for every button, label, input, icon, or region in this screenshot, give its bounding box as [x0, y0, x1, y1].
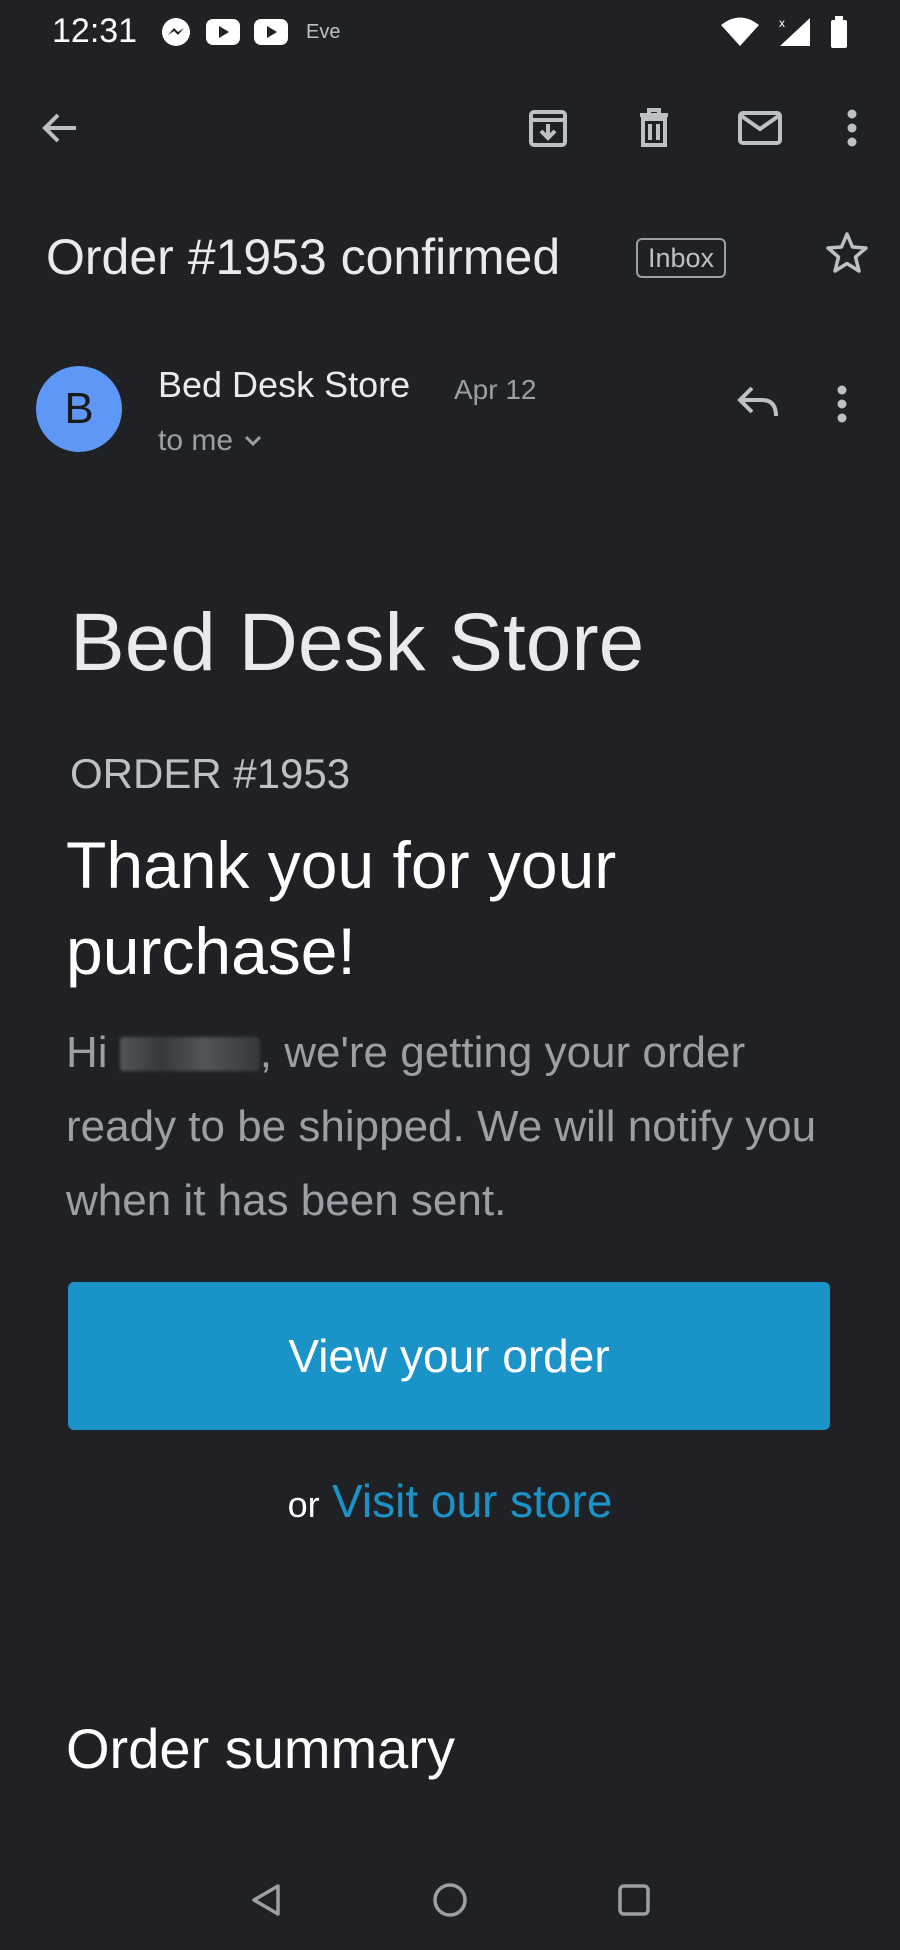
nav-recents-button[interactable]: [606, 1872, 662, 1928]
battery-icon: [830, 16, 848, 48]
nav-home-icon: [433, 1883, 467, 1917]
order-number: ORDER #1953: [70, 750, 351, 797]
wifi-icon: [720, 16, 760, 48]
status-system-icons: x: [720, 16, 848, 48]
inbox-label-chip[interactable]: Inbox: [636, 238, 727, 278]
more-vert-icon: [837, 385, 847, 423]
back-arrow-icon: [42, 113, 76, 143]
order-summary-heading: Order summary: [66, 1717, 455, 1780]
message-more-button[interactable]: [836, 384, 848, 424]
sender-avatar[interactable]: B: [36, 366, 122, 452]
view-order-button[interactable]: View your order: [68, 1282, 830, 1430]
delete-button[interactable]: [626, 100, 682, 156]
more-options-button[interactable]: [824, 100, 880, 156]
delete-icon: [640, 108, 668, 147]
status-notification-icons: Eve: [160, 16, 340, 48]
nav-home-button[interactable]: [422, 1872, 478, 1928]
store-link-line: or Visit our store: [0, 1474, 900, 1528]
reply-button[interactable]: [736, 384, 780, 420]
svg-text:x: x: [779, 16, 785, 30]
back-button[interactable]: [32, 100, 88, 156]
archive-button[interactable]: [520, 100, 576, 156]
email-date: Apr 12: [454, 374, 537, 405]
redacted-name: [119, 1037, 260, 1071]
greeting: Hi: [66, 1028, 108, 1077]
visit-store-link[interactable]: Visit our store: [332, 1475, 612, 1527]
youtube-icon: [206, 19, 240, 45]
archive-icon: [529, 110, 567, 147]
recipient-details-toggle[interactable]: to me: [158, 424, 263, 458]
carrier-text: Eve: [306, 20, 341, 43]
nav-back-icon: [252, 1884, 280, 1916]
messenger-icon: [160, 16, 192, 48]
star-icon: [826, 232, 868, 273]
nav-recents-icon: [618, 1884, 650, 1916]
chevron-down-icon: [244, 435, 262, 447]
mark-unread-button[interactable]: [732, 100, 788, 156]
more-vert-icon: [847, 109, 857, 147]
mark-unread-icon: [738, 111, 782, 145]
reply-icon: [737, 386, 778, 417]
recipient-text: to me: [158, 424, 234, 457]
email-subject: Order #1953 confirmed: [46, 229, 561, 285]
order-message: Hi , we're getting your order ready to b…: [66, 1016, 846, 1238]
store-title: Bed Desk Store: [70, 597, 645, 688]
thank-you-heading: Thank you for your purchase!: [66, 828, 617, 988]
sender-name: Bed Desk Store: [158, 364, 411, 405]
star-button[interactable]: [824, 230, 870, 276]
nav-back-button[interactable]: [238, 1872, 294, 1928]
signal-icon: x: [778, 16, 812, 48]
youtube-icon: [254, 19, 288, 45]
or-text: or: [287, 1484, 320, 1525]
status-time: 12:31: [52, 12, 138, 50]
